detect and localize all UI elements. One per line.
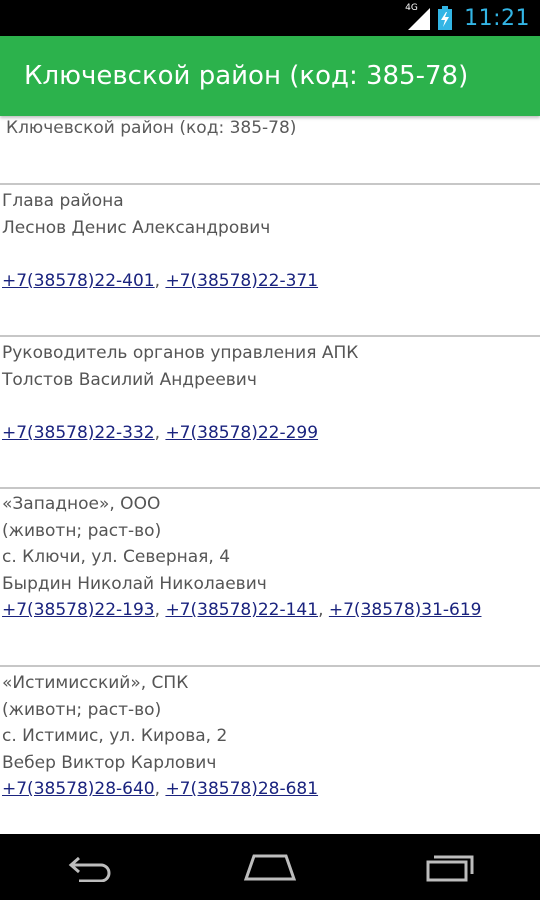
action-bar: Ключевской район (код: 385-78)	[0, 36, 540, 116]
contact-card: «Истимисский», СПК (животн; раст-во) с. Ис…	[2, 670, 538, 803]
phone-link[interactable]: +7(38578)22-193	[2, 600, 155, 620]
home-button[interactable]	[225, 842, 315, 892]
phone-separator: ,	[154, 779, 166, 799]
navigation-bar	[0, 834, 540, 900]
phone-separator: ,	[318, 600, 329, 620]
content-scroll-area[interactable]: Ключевской район (код: 385-78) Глава рай…	[0, 116, 540, 834]
phone-link[interactable]: +7(38578)22-401	[2, 271, 155, 291]
status-clock: 11:21	[464, 5, 530, 31]
contact-text-line: Толстов Василий Андреевич	[2, 369, 257, 390]
contact-card: «Западное», ООО (животн; раст-во) с. Ключи…	[2, 491, 538, 624]
divider	[0, 665, 540, 667]
contact-text-line: «Западное», ООО	[2, 494, 161, 514]
status-bar: 4G 11:21	[0, 0, 540, 36]
phone-list: +7(38578)22-401, +7(38578)22-371	[2, 268, 538, 295]
phone-link[interactable]: +7(38578)28-640	[2, 779, 155, 799]
phone-link[interactable]: +7(38578)31-619	[329, 600, 482, 620]
phone-list: +7(38578)22-332, +7(38578)22-299	[2, 420, 538, 447]
home-icon	[243, 854, 297, 881]
phone-list: +7(38578)28-640, +7(38578)28-681	[2, 776, 538, 803]
phone-link[interactable]: +7(38578)22-299	[165, 423, 318, 443]
phone-link[interactable]: +7(38578)22-332	[2, 423, 155, 443]
signal-icon: 4G	[405, 3, 431, 30]
divider	[0, 335, 540, 337]
contact-text-line: Леснов Денис Александрович	[2, 217, 271, 238]
region-header: Ключевской район (код: 385-78)	[6, 118, 297, 138]
phone-separator: ,	[154, 422, 166, 443]
page-title: Ключевской район (код: 385-78)	[24, 61, 469, 91]
back-icon	[68, 856, 111, 882]
contact-text-line: Руководитель органов управления АПК	[2, 343, 359, 363]
phone-separator: ,	[154, 270, 166, 291]
recent-apps-button[interactable]	[405, 842, 495, 892]
network-type-label: 4G	[405, 3, 418, 13]
battery-charging-icon	[438, 6, 453, 30]
contact-text-line: Глава района	[2, 191, 124, 211]
back-button[interactable]	[45, 842, 135, 892]
divider	[0, 183, 540, 185]
contact-text-line: Бырдин Николай Николаевич	[2, 573, 267, 594]
contact-text-line: Вебер Виктор Карлович	[2, 752, 217, 773]
divider	[0, 487, 540, 489]
contact-card: Руководитель органов управления АПК Толст…	[2, 340, 538, 446]
contact-card: Глава района Леснов Денис Александрович +7…	[2, 188, 538, 294]
phone-list: +7(38578)22-193, +7(38578)22-141, +7(385…	[2, 597, 538, 624]
phone-separator: ,	[154, 600, 166, 620]
contact-text-line: «Истимисский», СПК	[2, 673, 189, 693]
contact-text-line: с. Истимис, ул. Кирова, 2	[2, 726, 228, 746]
phone-link[interactable]: +7(38578)22-371	[165, 271, 318, 291]
phone-link[interactable]: +7(38578)28-681	[165, 779, 318, 799]
contact-text-line: с. Ключи, ул. Северная, 4	[2, 547, 231, 567]
recent-apps-icon	[426, 855, 474, 882]
contact-text-line: (животн; раст-во)	[2, 699, 162, 720]
contact-text-line: (животн; раст-во)	[2, 520, 162, 541]
phone-link[interactable]: +7(38578)22-141	[165, 600, 318, 620]
